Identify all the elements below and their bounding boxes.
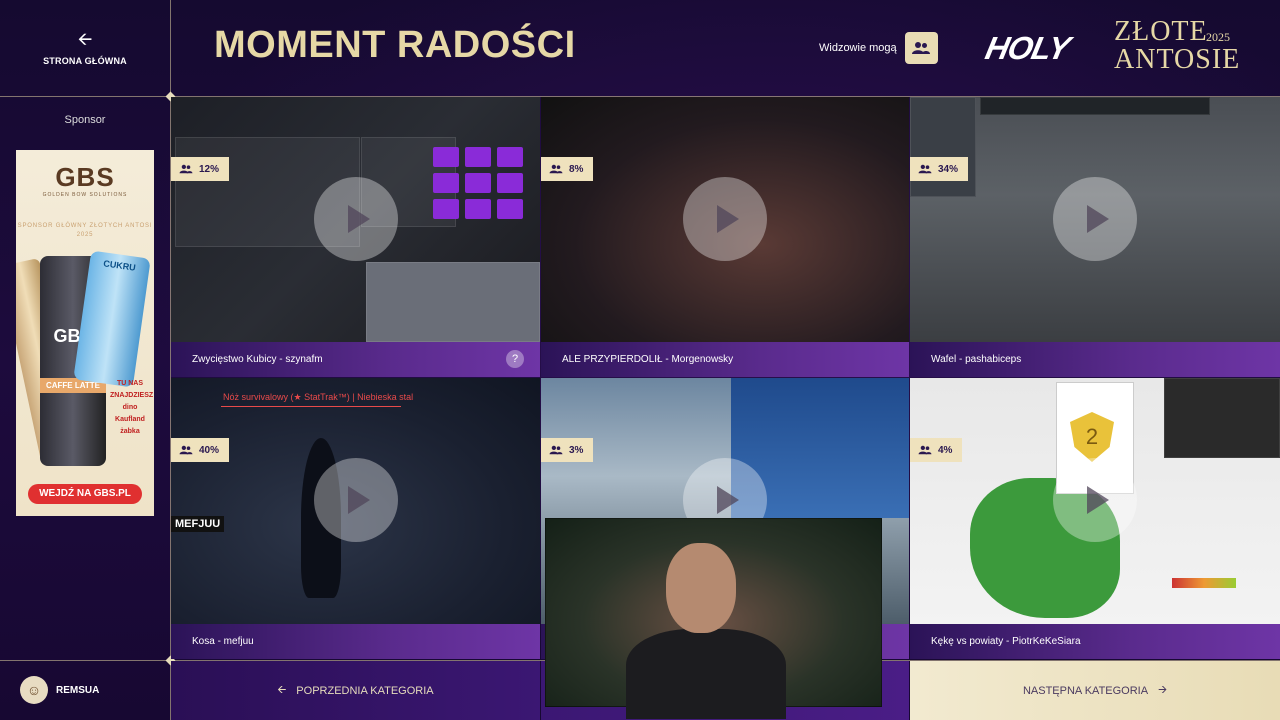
home-link[interactable]: 🡨 STRONA GŁÓWNA [0,0,170,96]
play-icon[interactable] [1053,177,1137,261]
event-logo: HOLY ZŁOTE ANTOSIE 2025 [982,16,1246,78]
clip-tile[interactable]: 12% Zwycięstwo Kubicy - szynafm ? [171,97,540,377]
knife-title: Nóż survivalowy (★ StatTrak™) | Niebiesk… [223,392,414,402]
viewers-button[interactable] [904,32,938,64]
vote-percent: 3% [569,444,584,456]
ad-brand: GBS [55,162,115,192]
user-name: REMSUA [56,684,100,696]
next-category-label: NASTĘPNA KATEGORIA [1022,684,1149,697]
avatar: ☺ [20,676,48,704]
vote-percent: 40% [199,444,220,456]
logo-year: 2025 [1206,30,1230,44]
prev-category-label: POPRZEDNIA KATEGORIA [296,684,434,697]
users-icon [549,445,563,455]
page-title: MOMENT RADOŚCI [214,24,576,66]
users-icon [912,42,931,54]
play-icon[interactable] [1053,458,1137,542]
ad-cta-button[interactable]: WEJDŹ NA GBS.PL [28,484,142,504]
vote-percent-badge: 4% [910,438,963,462]
users-icon [179,164,193,174]
viewers-label: Widzowie mogą [819,42,897,54]
vote-percent-badge: 3% [541,438,594,462]
user-profile[interactable]: ☺ REMSUA [20,676,99,704]
ad-tagline: SPONSOR GŁÓWNY ZŁOTYCH ANTOSI 2025 [17,223,153,238]
ad-can-label: CUKRU [102,258,137,273]
ad-stores: TU NAS ZNAJDZIESZ dino Kaufland żabka [110,380,154,435]
vote-percent: 34% [938,163,959,175]
clip-tile[interactable]: 8% ALE PRZYPIERDOLIŁ - Morgenowsky [541,97,909,377]
sponsor-label: Sponsor [64,114,106,126]
logo-name: ZŁOTE ANTOSIE [1114,16,1241,75]
arrow-left-icon: 🡨 [277,684,287,696]
logo-brand: HOLY [982,30,1073,66]
vote-percent-badge: 34% [910,157,969,181]
ad-brand-sub: GOLDEN BOW SOLUTIONS [42,192,128,198]
vote-percent: 12% [199,163,220,175]
clip-caption: Kękę vs powiaty - PiotrKeKeSiara [910,624,1280,659]
viewers-control: Widzowie mogą [819,32,938,64]
users-icon [918,164,932,174]
play-icon[interactable] [314,177,398,261]
clip-tile[interactable]: 2 4% Kękę vs powiaty - PiotrKeKeSiara [910,378,1280,659]
clip-tile[interactable]: Nóż survivalowy (★ StatTrak™) | Niebiesk… [171,378,540,659]
users-icon [918,445,932,455]
vote-percent-badge: 12% [171,157,230,181]
prev-category-button[interactable]: 🡨 POPRZEDNIA KATEGORIA [171,661,540,720]
vote-percent: 8% [569,163,584,175]
next-category-button[interactable]: NASTĘPNA KATEGORIA 🡪 [910,661,1280,720]
help-icon[interactable]: ? [506,350,524,368]
play-icon[interactable] [683,177,767,261]
clip-caption: Kosa - mefjuu [171,624,540,659]
clip-caption: ALE PRZYPIERDOLIŁ - Morgenowsky [541,342,909,377]
clip-tile[interactable]: 34% Wafel - pashabiceps [910,97,1280,377]
clip-caption: Wafel - pashabiceps [910,342,1280,377]
arrow-right-icon: 🡪 [1158,684,1168,696]
streamer-tag: MEFJUU [171,516,225,532]
home-link-label: STRONA GŁÓWNA [43,56,127,66]
clip-caption: Zwycięstwo Kubicy - szynafm [171,342,540,377]
vote-percent: 4% [938,444,953,456]
users-icon [549,164,563,174]
sponsor-ad[interactable]: GBS GOLDEN BOW SOLUTIONS SPONSOR GŁÓWNY … [16,150,154,516]
vote-percent-badge: 40% [171,438,230,462]
play-icon[interactable] [314,458,398,542]
arrow-left-icon: 🡨 [77,29,93,49]
webcam-overlay [545,518,882,719]
users-icon [179,445,193,455]
vote-percent-badge: 8% [541,157,594,181]
